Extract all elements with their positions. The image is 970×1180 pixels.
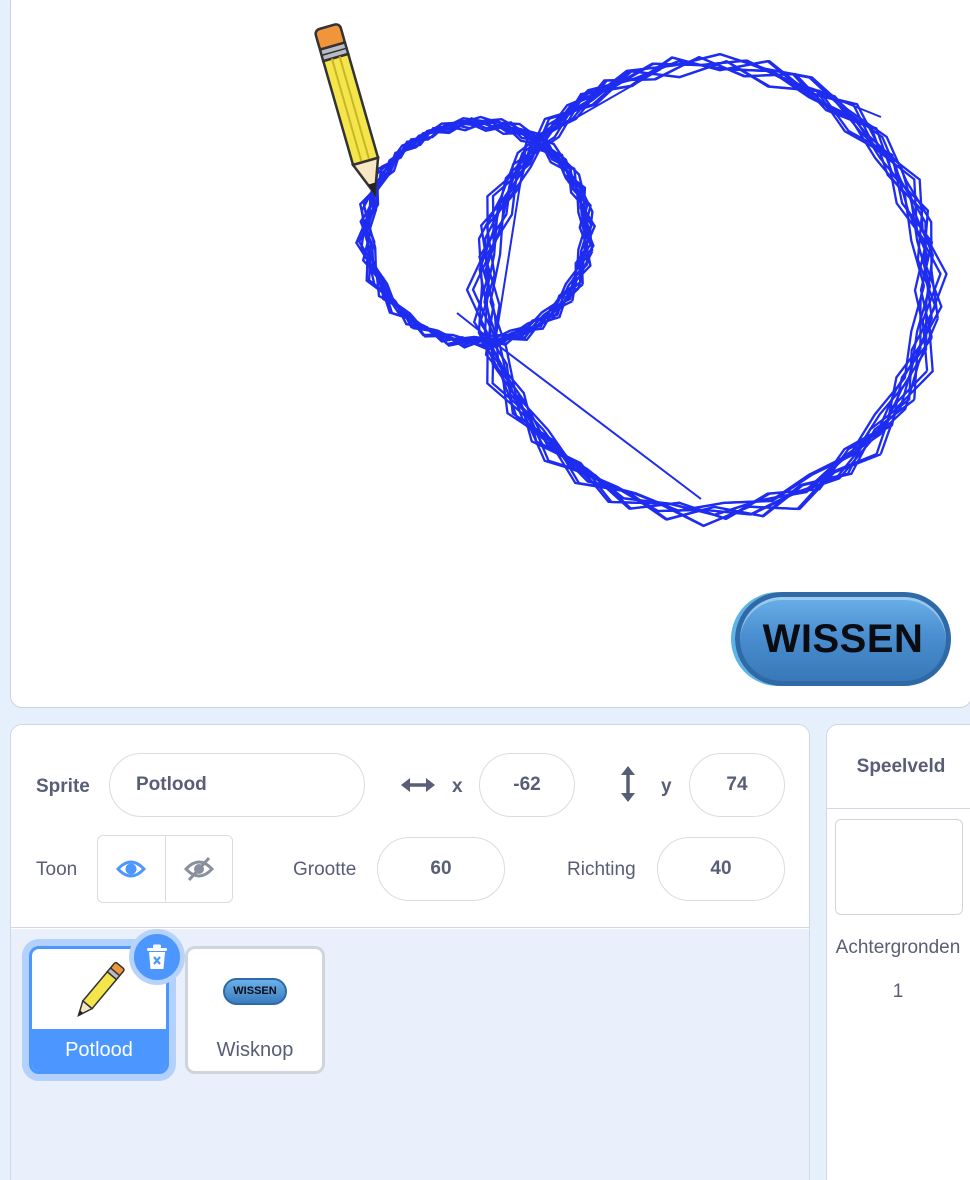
sprite-tile-label: Wisknop <box>216 1038 294 1061</box>
stage-selector-panel[interactable]: Speelveld Achtergronden 1 <box>826 724 970 1180</box>
sprite-info: Sprite Potlood x -62 y 74 Toon Grootte 6… <box>11 725 809 928</box>
wissen-button[interactable]: WISSEN <box>735 592 951 686</box>
stage-thumbnail[interactable] <box>835 819 963 915</box>
size-label: Grootte <box>293 859 357 880</box>
sprite-tile-wisknop[interactable]: WISSEN Wisknop <box>185 946 325 1074</box>
direction-label: Richting <box>567 859 636 880</box>
y-label: y <box>661 776 672 797</box>
stage-panel-title: Speelveld <box>827 725 970 809</box>
pen-stroke <box>746 62 882 118</box>
eye-slash-icon <box>183 856 214 882</box>
sprite-tile-label: Potlood <box>32 1029 166 1071</box>
sprite-thumbnail: WISSEN <box>188 949 322 1033</box>
pencil-icon <box>77 961 125 1017</box>
stage-canvas[interactable]: WISSEN <box>10 0 970 708</box>
pencil-sprite[interactable] <box>313 19 393 209</box>
x-field[interactable]: -62 <box>479 753 575 817</box>
backdrops-label: Achtergronden <box>835 937 961 958</box>
sprite-panel: Sprite Potlood x -62 y 74 Toon Grootte 6… <box>10 724 810 1180</box>
pen-stroke <box>538 68 662 140</box>
delete-sprite-button[interactable] <box>129 929 185 985</box>
vertical-arrows-icon <box>621 766 635 802</box>
x-label: x <box>452 776 463 797</box>
backdrops-count: 1 <box>892 981 904 1002</box>
show-button[interactable] <box>98 836 165 902</box>
horizontal-arrows-icon <box>401 778 435 792</box>
wissen-thumbnail: WISSEN <box>223 977 287 1005</box>
sprite-name-field[interactable]: Potlood <box>109 753 365 817</box>
direction-field[interactable]: 40 <box>657 837 785 901</box>
hide-button[interactable] <box>164 836 233 902</box>
y-field[interactable]: 74 <box>689 753 785 817</box>
eye-icon <box>116 860 147 878</box>
trash-icon <box>147 944 167 969</box>
visibility-toggle <box>97 835 233 903</box>
show-label: Toon <box>36 859 78 880</box>
sprite-label: Sprite <box>36 776 90 797</box>
size-field[interactable]: 60 <box>377 837 505 901</box>
